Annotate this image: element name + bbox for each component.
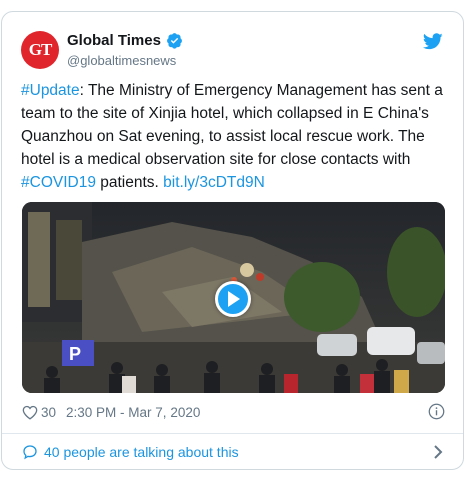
tweet-card[interactable]: GT Global Times @globaltimesnews #Update… [1,11,464,470]
avatar-text: GT [28,40,53,59]
info-icon[interactable] [428,403,445,420]
author-handle[interactable]: @globaltimesnews [67,53,176,68]
heart-icon[interactable] [22,405,38,420]
tweet-text: #Update: The Ministry of Emergency Manag… [21,79,446,194]
short-url-link[interactable]: bit.ly/3cDTd9N [163,174,265,191]
speech-bubble-icon [23,445,37,460]
play-button[interactable] [215,281,251,317]
video-thumbnail[interactable]: P [22,202,445,393]
divider [2,433,463,434]
play-icon [228,291,240,307]
author-name-row[interactable]: Global Times [67,32,183,49]
tweet-text-part2: patients. [95,174,164,191]
verified-icon [166,33,182,49]
chevron-right-icon[interactable] [433,445,443,459]
like-count[interactable]: 30 [41,405,56,420]
conversation-label[interactable]: 40 people are talking about this [44,444,239,460]
tweet-meta: 30 2:30 PM - Mar 7, 2020 [22,401,445,423]
display-name[interactable]: Global Times [67,32,161,49]
conversation-link[interactable]: 40 people are talking about this [22,441,445,463]
avatar[interactable]: GT [21,31,59,69]
tweet-text-part1: : The Ministry of Emergency Management h… [21,82,443,168]
hashtag-update-link[interactable]: #Update [21,82,80,99]
hashtag-covid19-link[interactable]: #COVID19 [21,174,96,191]
twitter-bird-icon[interactable] [423,33,443,50]
timestamp[interactable]: 2:30 PM - Mar 7, 2020 [66,405,200,420]
svg-text:P: P [69,344,81,364]
